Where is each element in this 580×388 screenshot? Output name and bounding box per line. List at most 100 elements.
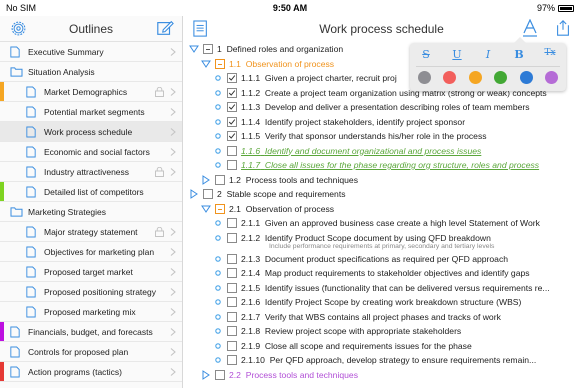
color-swatch[interactable] <box>443 71 457 84</box>
sidebar-item[interactable]: Work process schedule <box>0 122 182 142</box>
expand-icon[interactable] <box>201 174 211 185</box>
sidebar-item[interactable]: Industry attractiveness <box>0 162 182 182</box>
checkbox[interactable] <box>227 73 237 83</box>
sidebar-item[interactable]: Major strategy statement <box>0 222 182 242</box>
outline-row[interactable]: 2.1.6 Identify Project Scope by creating… <box>183 295 580 310</box>
checkbox[interactable] <box>227 116 237 127</box>
checkbox[interactable] <box>215 174 225 185</box>
outline-row[interactable]: 2.1.5 Identify issues (functionality tha… <box>183 281 580 296</box>
outline-row[interactable]: 2.1.3 Document product specifications as… <box>183 252 580 267</box>
outline-item-text[interactable]: 2.1.3 Document product specifications as… <box>241 254 508 264</box>
outline-row[interactable]: 1.1.4 Identify project stakeholders, ide… <box>183 115 580 130</box>
color-swatch[interactable] <box>544 71 558 84</box>
sidebar-item[interactable]: Proposed marketing mix <box>0 302 182 322</box>
sidebar-item[interactable]: Detailed list of competitors <box>0 182 182 202</box>
sidebar-item[interactable]: Potential market segments <box>0 102 182 122</box>
bold-button[interactable]: B <box>511 48 527 62</box>
checkbox[interactable] <box>227 160 237 170</box>
color-swatch[interactable] <box>468 71 482 84</box>
collapse-icon[interactable] <box>201 204 211 214</box>
checkbox[interactable] <box>227 297 237 307</box>
outline-item-text[interactable]: 2.2 Process tools and techniques <box>229 370 358 380</box>
outline-row[interactable]: 2 Stable scope and requirements <box>183 187 580 202</box>
checkbox[interactable] <box>227 326 237 336</box>
sidebar-item[interactable]: Situation Analysis <box>0 62 182 82</box>
outline-item-text[interactable]: 2.1.2 Identify Product Scope document by… <box>241 233 491 243</box>
sidebar-item[interactable]: Controls for proposed plan <box>0 342 182 362</box>
outline-item-text[interactable]: 2.1.9 Close all scope and requirements i… <box>241 341 472 351</box>
outline-item-text[interactable]: 2.1.5 Identify issues (functionality tha… <box>241 283 550 293</box>
checkbox[interactable] <box>227 282 237 293</box>
checkbox[interactable] <box>227 102 237 112</box>
collapse-icon[interactable] <box>201 59 211 69</box>
checkbox[interactable] <box>215 203 225 214</box>
sidebar-item[interactable]: Action programs (tactics) <box>0 362 182 382</box>
outline-row[interactable]: 2.1.1 Given an approved business case cr… <box>183 216 580 231</box>
strikethrough-button[interactable]: S <box>418 48 434 62</box>
outline-row[interactable]: 2.1.9 Close all scope and requirements i… <box>183 339 580 354</box>
outline-row[interactable]: 1.1.7 Close all issues for the phase reg… <box>183 158 580 173</box>
outline-row[interactable]: 1.1.5 Verify that sponsor understands hi… <box>183 129 580 144</box>
compose-icon[interactable] <box>156 19 174 37</box>
checkbox[interactable] <box>227 218 237 228</box>
text-format-icon[interactable] <box>522 19 538 37</box>
sidebar-item[interactable]: Market Demographics <box>0 82 182 102</box>
outline-item-text[interactable]: 1.1.1 Given a project charter, recruit p… <box>241 73 397 83</box>
outline-item-text[interactable]: 1.1.4 Identify project stakeholders, ide… <box>241 117 465 127</box>
checkbox[interactable] <box>227 131 237 141</box>
outline-item-text[interactable]: 1 Defined roles and organization <box>217 44 343 54</box>
checkbox[interactable] <box>227 145 237 156</box>
outline-item-text[interactable]: 2.1.6 Identify Project Scope by creating… <box>241 297 521 307</box>
outline-row[interactable]: 2.1.4 Map product requirements to stakeh… <box>183 266 580 281</box>
expand-icon[interactable] <box>201 369 211 380</box>
sidebar-item[interactable]: Objectives for marketing plan <box>0 242 182 262</box>
checkbox[interactable] <box>227 253 237 264</box>
sidebar-item[interactable]: Proposed target market <box>0 262 182 282</box>
color-swatch[interactable] <box>519 71 533 84</box>
outline-item-text[interactable]: 1.1.3 Develop and deliver a presentation… <box>241 102 530 112</box>
outline-row[interactable]: 1.1.6 Identify and document organization… <box>183 144 580 159</box>
checkbox[interactable] <box>227 340 237 351</box>
outline-row[interactable]: 2.1 Observation of process <box>183 202 580 217</box>
share-icon[interactable] <box>554 19 572 37</box>
underline-button[interactable]: U <box>449 48 465 62</box>
checkbox[interactable] <box>227 355 237 365</box>
checkbox[interactable] <box>215 58 225 69</box>
color-swatch[interactable] <box>418 71 431 84</box>
sidebar-item[interactable]: Economic and social factors <box>0 142 182 162</box>
sidebar-item[interactable]: Proposed positioning strategy <box>0 282 182 302</box>
expand-icon[interactable] <box>189 189 199 199</box>
sidebar-item[interactable]: Financials, budget, and forecasts <box>0 322 182 342</box>
outline-item-text[interactable]: 1.1.6 Identify and document organization… <box>241 146 481 156</box>
italic-button[interactable]: I <box>480 48 496 62</box>
outline-item-text[interactable]: 2.1.8 Review project scope with appropri… <box>241 326 461 336</box>
outline-row[interactable]: 2.1.10 Per QFD approach, develop strateg… <box>183 353 580 368</box>
checkbox[interactable] <box>203 44 213 54</box>
collapse-icon[interactable] <box>189 44 199 54</box>
sidebar-item[interactable]: Executive Summary <box>0 42 182 62</box>
outline-item-text[interactable]: 2.1.1 Given an approved business case cr… <box>241 218 540 228</box>
outline-row[interactable]: 1.2 Process tools and techniques <box>183 173 580 188</box>
outline-row[interactable]: 2.1.7 Verify that WBS contains all proje… <box>183 310 580 325</box>
outline-item-text[interactable]: 2.1.10 Per QFD approach, develop strateg… <box>241 355 536 365</box>
outline-item-text[interactable]: 2.1.4 Map product requirements to stakeh… <box>241 268 530 278</box>
color-swatch[interactable] <box>494 71 508 84</box>
checkbox[interactable] <box>203 189 213 199</box>
outline-item-text[interactable]: 1.1.7 Close all issues for the phase reg… <box>241 160 539 170</box>
outline-item-text[interactable]: 2.1.7 Verify that WBS contains all proje… <box>241 312 501 322</box>
checkbox[interactable] <box>227 311 237 322</box>
outline-row[interactable]: 2.2 Process tools and techniques <box>183 368 580 383</box>
outline-item-text[interactable]: 2 Stable scope and requirements <box>217 189 346 199</box>
outline-item-text[interactable]: 1.1.5 Verify that sponsor understands hi… <box>241 131 487 141</box>
clear-format-button[interactable]: Tx <box>542 48 558 62</box>
outline-row[interactable]: 2.1.2 Identify Product Scope document by… <box>183 231 580 252</box>
outline-item-text[interactable]: 2.1 Observation of process <box>229 204 334 214</box>
checkbox[interactable] <box>227 87 237 98</box>
checkbox[interactable] <box>215 369 225 380</box>
outline-row[interactable]: 1.1.3 Develop and deliver a presentation… <box>183 100 580 115</box>
checkbox[interactable] <box>227 232 237 243</box>
outline-item-text[interactable]: 1.1 Observation of process <box>229 59 334 69</box>
outline-item-text[interactable]: 1.2 Process tools and techniques <box>229 175 358 185</box>
outline-row[interactable]: 2.1.8 Review project scope with appropri… <box>183 324 580 339</box>
sidebar-item[interactable]: Marketing Strategies <box>0 202 182 222</box>
